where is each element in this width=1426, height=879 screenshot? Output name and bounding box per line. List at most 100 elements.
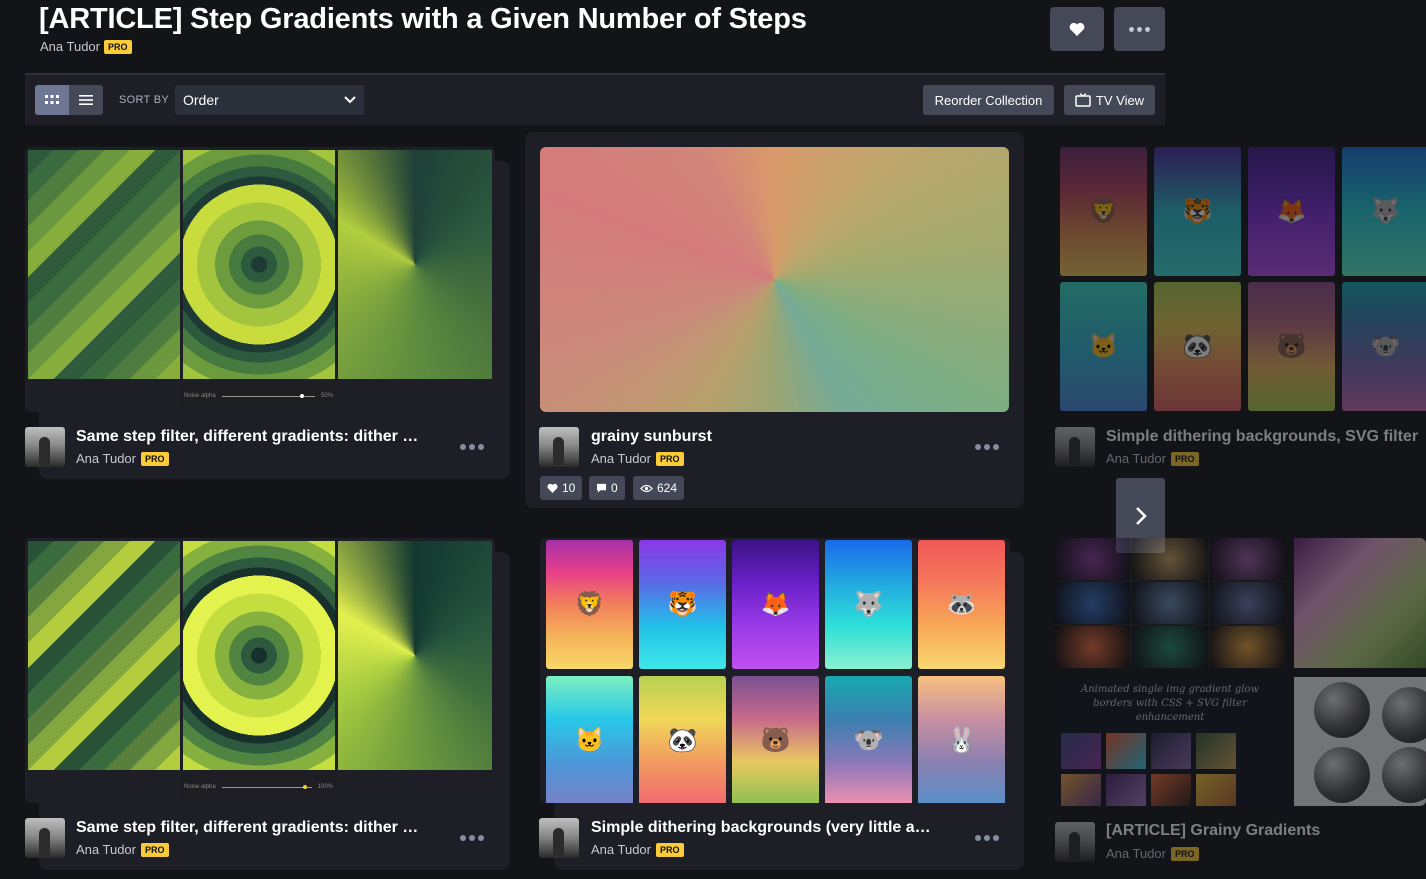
noise-slider[interactable]: Noise alpha 100% bbox=[180, 776, 337, 798]
animal-grid: 🦁 🐯 🦊 🐺 🦝 🐱 🐼 🐻 🐨 🐰 bbox=[546, 540, 1005, 803]
view-toggle bbox=[35, 85, 103, 115]
pen-thumbnail[interactable]: 🦁 🐯 🦊 🐺 🦝 🐱 🐼 🐻 🐨 🐰 bbox=[540, 538, 1010, 803]
pen-thumbnail[interactable]: Noise alpha 50% bbox=[25, 147, 495, 412]
sort-by-label: SORT BY bbox=[119, 94, 169, 106]
pro-badge: PRO bbox=[104, 39, 132, 54]
noise-slider[interactable]: Noise alpha 50% bbox=[180, 385, 337, 407]
author-name[interactable]: Ana Tudor bbox=[1106, 451, 1166, 466]
pro-badge: PRO bbox=[1171, 451, 1199, 466]
pen-title[interactable]: Simple dithering backgrounds, SVG filter bbox=[1106, 428, 1418, 446]
noise-slider-track bbox=[221, 784, 312, 789]
author-name[interactable]: Ana Tudor bbox=[591, 842, 651, 857]
animal-tile: 🐯 bbox=[1154, 147, 1241, 276]
heart-icon bbox=[1069, 22, 1085, 36]
avatar[interactable] bbox=[1055, 822, 1095, 862]
noise-slider-track bbox=[221, 393, 315, 398]
pen-more-button[interactable] bbox=[460, 835, 484, 841]
animal-tile: 🐼 bbox=[1154, 282, 1241, 411]
pen-title[interactable]: Same step filter, different gradients: d… bbox=[76, 819, 418, 837]
animal-tile: 🦁 bbox=[546, 540, 633, 669]
pen-author: Ana Tudor PRO bbox=[76, 451, 169, 466]
more-dots-icon bbox=[1129, 26, 1150, 32]
list-icon bbox=[79, 95, 93, 105]
avatar[interactable] bbox=[539, 818, 579, 858]
animal-tile: 🐱 bbox=[546, 676, 633, 803]
noise-label: Noise alpha bbox=[184, 784, 216, 790]
pro-badge: PRO bbox=[141, 842, 169, 857]
animal-tile: 🦁 bbox=[1060, 147, 1147, 276]
likes-count: 10 bbox=[562, 481, 576, 495]
list-view-button[interactable] bbox=[69, 85, 103, 115]
avatar[interactable] bbox=[25, 427, 65, 467]
comments-stat[interactable]: 0 bbox=[589, 476, 625, 500]
avatar[interactable] bbox=[1055, 427, 1095, 467]
animal-tile: 🐻 bbox=[1248, 282, 1335, 411]
pen-title[interactable]: grainy sunburst bbox=[591, 428, 712, 446]
spheres-preview bbox=[1294, 677, 1426, 806]
grid-icon bbox=[45, 95, 59, 104]
noise-value: 100% bbox=[317, 784, 333, 790]
reorder-label: Reorder Collection bbox=[934, 92, 1043, 108]
pen-author: Ana Tudor PRO bbox=[1106, 846, 1199, 861]
views-stat: 624 bbox=[633, 476, 685, 500]
animal-tile: 🐨 bbox=[1342, 282, 1426, 411]
author-name[interactable]: Ana Tudor bbox=[76, 842, 136, 857]
pen-title[interactable]: Simple dithering backgrounds (very littl… bbox=[591, 819, 931, 837]
grid-view-button[interactable] bbox=[35, 85, 69, 115]
collection-toolbar: SORT BY Order Reorder Collection TV View bbox=[25, 73, 1165, 125]
pen-title[interactable]: [ARTICLE] Grainy Gradients bbox=[1106, 822, 1320, 840]
heart-icon bbox=[547, 483, 558, 493]
pen-more-button[interactable] bbox=[975, 444, 999, 450]
animal-tile: 🐯 bbox=[639, 540, 726, 669]
likes-stat[interactable]: 10 bbox=[540, 476, 583, 500]
pro-badge: PRO bbox=[656, 842, 684, 857]
tv-view-button[interactable]: TV View bbox=[1064, 85, 1155, 115]
views-count: 624 bbox=[657, 481, 678, 495]
avatar[interactable] bbox=[25, 818, 65, 858]
author-name[interactable]: Ana Tudor bbox=[591, 451, 651, 466]
animal-tile: 🐺 bbox=[825, 540, 912, 669]
glow-collage bbox=[1055, 538, 1285, 668]
reorder-collection-button[interactable]: Reorder Collection bbox=[923, 85, 1054, 115]
pro-badge: PRO bbox=[141, 451, 169, 466]
noise-value: 50% bbox=[320, 393, 333, 399]
tv-icon bbox=[1075, 93, 1091, 107]
pen-author: Ana Tudor PRO bbox=[76, 842, 169, 857]
animal-tile: 🐺 bbox=[1342, 147, 1426, 276]
page-header: [ARTICLE] Step Gradients with a Given Nu… bbox=[0, 0, 1165, 72]
animal-tile: 🐰 bbox=[918, 676, 1005, 803]
author-name[interactable]: Ana Tudor bbox=[40, 39, 100, 54]
avatar[interactable] bbox=[539, 427, 579, 467]
pen-thumbnail[interactable]: 🦁 🐯 🦊 🐺 🐱 🐼 🐻 🐨 bbox=[1060, 147, 1426, 411]
eye-icon bbox=[640, 484, 653, 492]
animal-tile: 🦊 bbox=[732, 540, 819, 669]
pro-badge: PRO bbox=[1171, 846, 1199, 861]
animal-tile: 🦝 bbox=[918, 540, 1005, 669]
animal-tile: 🐱 bbox=[1060, 282, 1147, 411]
pen-thumbnail[interactable]: Noise alpha 100% bbox=[25, 538, 495, 803]
pen-author: Ana Tudor PRO bbox=[591, 451, 684, 466]
author-name[interactable]: Ana Tudor bbox=[1106, 846, 1166, 861]
comment-icon bbox=[596, 483, 607, 493]
pen-more-button[interactable] bbox=[975, 835, 999, 841]
pen-title[interactable]: Same step filter, different gradients: d… bbox=[76, 428, 418, 446]
chevron-right-icon bbox=[1135, 506, 1147, 525]
pen-thumbnail[interactable]: Animated single img gradient glow border… bbox=[1055, 538, 1426, 806]
chevron-down-icon bbox=[344, 96, 356, 104]
like-button[interactable] bbox=[1050, 7, 1104, 51]
noise-label: Noise alpha bbox=[184, 393, 216, 399]
more-options-button[interactable] bbox=[1114, 7, 1165, 51]
thumb-caption: Animated single img gradient glow border… bbox=[1080, 684, 1260, 723]
article-preview: Animated single img gradient glow border… bbox=[1055, 677, 1285, 806]
sort-value: Order bbox=[183, 92, 219, 108]
pro-badge: PRO bbox=[656, 451, 684, 466]
pen-thumbnail[interactable] bbox=[540, 147, 1009, 412]
author-name[interactable]: Ana Tudor bbox=[76, 451, 136, 466]
pen-author: Ana Tudor PRO bbox=[591, 842, 684, 857]
comments-count: 0 bbox=[611, 481, 618, 495]
pen-author: Ana Tudor PRO bbox=[1106, 451, 1199, 466]
collection-author: Ana Tudor PRO bbox=[40, 39, 132, 54]
pen-more-button[interactable] bbox=[460, 444, 484, 450]
sort-select[interactable]: Order bbox=[175, 85, 364, 115]
animal-tile: 🐻 bbox=[732, 676, 819, 803]
